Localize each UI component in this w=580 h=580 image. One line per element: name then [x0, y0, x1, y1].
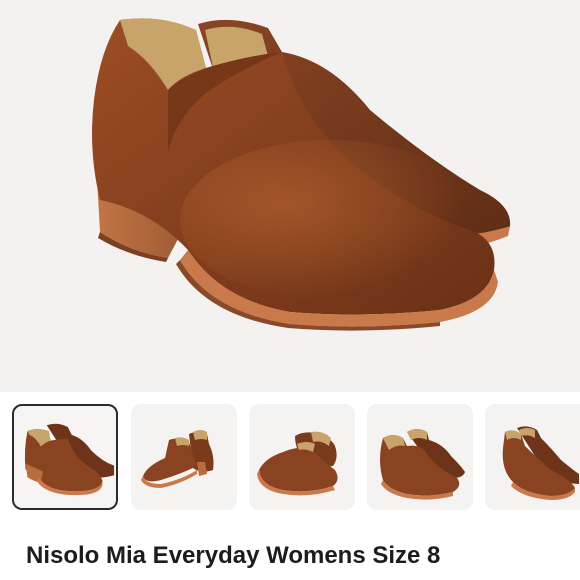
thumbnail-1-selected[interactable]: [12, 404, 118, 510]
thumbnail-3[interactable]: [249, 404, 355, 510]
thumbnail-strip: [0, 400, 580, 512]
thumbnail-5[interactable]: [485, 404, 580, 510]
boots-photo: [92, 18, 511, 331]
main-product-image[interactable]: [0, 0, 580, 392]
thumbnail-2[interactable]: [131, 404, 237, 510]
boot-thumbnail-icon: [141, 430, 214, 488]
boot-thumbnail-icon: [257, 431, 338, 496]
boot-thumbnail-icon: [380, 429, 465, 500]
boot-thumbnail-icon: [24, 423, 115, 496]
boot-thumbnail-icon: [502, 426, 579, 500]
listing-page: Nisolo Mia Everyday Womens Size 8: [0, 0, 580, 580]
thumbnail-4[interactable]: [367, 404, 473, 510]
product-title: Nisolo Mia Everyday Womens Size 8: [26, 542, 441, 569]
